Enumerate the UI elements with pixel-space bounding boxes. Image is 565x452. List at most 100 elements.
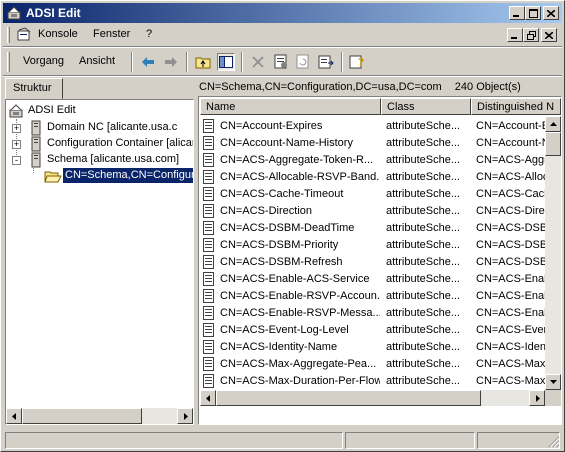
- cell-class: attributeSche...: [386, 239, 460, 251]
- menu-separator: [3, 46, 562, 48]
- tree-scroll-right[interactable]: [177, 408, 193, 424]
- list-item[interactable]: CN=Account-Expires attributeSche... CN=Acc…: [199, 118, 546, 135]
- minimize-icon: [513, 14, 519, 17]
- attribute-icon: [203, 357, 215, 371]
- list-scroll-down[interactable]: [545, 374, 561, 390]
- list-item[interactable]: CN=Account-Name-History attributeSche... C…: [199, 135, 546, 152]
- vorgang-menu[interactable]: Vorgang: [23, 55, 64, 67]
- tree-hscroll-thumb[interactable]: [22, 408, 142, 424]
- cell-class: attributeSche...: [386, 120, 460, 132]
- list-scroll-up[interactable]: [545, 116, 561, 132]
- forward-arrow-icon[interactable]: [162, 53, 180, 71]
- cell-class: attributeSche...: [386, 375, 460, 387]
- mdi-minimize-button[interactable]: [507, 28, 523, 42]
- up-folder-icon[interactable]: [194, 53, 212, 71]
- column-header-class[interactable]: Class: [381, 98, 471, 115]
- attribute-icon: [203, 272, 215, 286]
- list-item[interactable]: CN=ACS-Event-Log-Level attributeSche... CN…: [199, 322, 546, 339]
- attribute-icon: [203, 204, 215, 218]
- collapse-icon[interactable]: -: [12, 156, 21, 165]
- maximize-button[interactable]: [525, 6, 541, 20]
- list-item[interactable]: CN=ACS-Enable-ACS-Service attributeSche..…: [199, 271, 546, 288]
- menu-grip[interactable]: [7, 27, 10, 43]
- cell-class: attributeSche...: [386, 358, 460, 370]
- list-item[interactable]: CN=ACS-DSBM-Refresh attributeSche... CN=AC…: [199, 254, 546, 271]
- cell-name: CN=ACS-Enable-ACS-Service: [220, 273, 370, 285]
- list-item[interactable]: CN=ACS-Direction attributeSche... CN=ACS-D…: [199, 203, 546, 220]
- cell-name: CN=ACS-Direction: [220, 205, 312, 217]
- cell-dn: CN=ACS-Direc: [476, 205, 546, 217]
- title-bar[interactable]: ADSI Edit: [3, 3, 562, 23]
- toolbar-separator: [341, 52, 343, 72]
- cell-dn: CN=ACS-Max-: [476, 358, 546, 370]
- tab-struktur-label: Struktur: [13, 82, 52, 94]
- menu-konsole[interactable]: Konsole: [38, 28, 78, 40]
- list-vscroll-track[interactable]: [545, 132, 561, 374]
- tree-node-domain[interactable]: + Domain NC [alicante.usa.c: [8, 120, 193, 136]
- cell-class: attributeSche...: [386, 205, 460, 217]
- list-item[interactable]: CN=ACS-Allocable-RSVP-Band... attributeSc…: [199, 169, 546, 186]
- tree-root-label: ADSI Edit: [28, 104, 76, 116]
- attribute-icon: [203, 153, 215, 167]
- list-item[interactable]: CN=ACS-Aggregate-Token-R... attributeSche…: [199, 152, 546, 169]
- attribute-icon: [203, 374, 215, 388]
- menu-help[interactable]: ?: [146, 28, 152, 40]
- restore-icon: [526, 30, 536, 40]
- cell-name: CN=ACS-Event-Log-Level: [220, 324, 349, 336]
- toolbar-separator: [241, 52, 243, 72]
- list-item[interactable]: CN=ACS-Max-Aggregate-Pea... attributeSche…: [199, 356, 546, 373]
- toolbar-grip[interactable]: [7, 52, 10, 72]
- tree-node-schema-cn[interactable]: CN=Schema,CN=Configur: [44, 168, 193, 184]
- show-hide-tree-icon[interactable]: [217, 53, 235, 71]
- tree-node-configuration[interactable]: + Configuration Container [alicar: [8, 136, 193, 152]
- refresh-icon[interactable]: [294, 53, 312, 71]
- minimize-button[interactable]: [509, 6, 525, 20]
- mdi-close-button[interactable]: [541, 28, 557, 42]
- arrow-up-icon: [549, 121, 557, 126]
- cell-dn: CN=ACS-Aggr: [476, 154, 546, 166]
- list-item[interactable]: CN=ACS-Identity-Name attributeSche... CN=A…: [199, 339, 546, 356]
- tree-view[interactable]: ADSI Edit + Domain NC [alicante.usa.c + …: [5, 99, 194, 425]
- column-header-dn[interactable]: Distinguished N: [471, 98, 561, 115]
- mdi-restore-button[interactable]: [523, 28, 539, 42]
- server-icon: [30, 152, 42, 171]
- cell-dn: CN=ACS-Enab: [476, 290, 546, 302]
- resize-grip-icon[interactable]: [548, 436, 560, 448]
- cell-dn: CN=Account-E: [476, 120, 546, 132]
- list-item[interactable]: CN=ACS-DSBM-DeadTime attributeSche... CN=A…: [199, 220, 546, 237]
- list-item[interactable]: CN=ACS-DSBM-Priority attributeSche... CN=A…: [199, 237, 546, 254]
- list-scroll-right[interactable]: [529, 390, 545, 406]
- expand-icon[interactable]: +: [12, 124, 21, 133]
- cell-name: CN=Account-Expires: [220, 120, 323, 132]
- cell-dn: CN=ACS-DSBM: [476, 256, 546, 268]
- export-list-icon[interactable]: [317, 53, 335, 71]
- list-hscroll-thumb[interactable]: [216, 390, 481, 406]
- tab-struktur[interactable]: Struktur: [5, 78, 63, 99]
- cell-dn: CN=ACS-Cach: [476, 188, 546, 200]
- attribute-icon: [203, 221, 215, 235]
- expand-icon[interactable]: +: [12, 140, 21, 149]
- menu-fenster[interactable]: Fenster: [93, 28, 130, 40]
- arrow-left-icon: [11, 412, 16, 420]
- tree-node-schema[interactable]: - Schema [alicante.usa.com]: [8, 152, 193, 168]
- cell-name: CN=ACS-Aggregate-Token-R...: [220, 154, 374, 166]
- tree-scroll-left[interactable]: [6, 408, 22, 424]
- back-arrow-icon[interactable]: [139, 53, 157, 71]
- list-item[interactable]: CN=ACS-Enable-RSVP-Accoun... attributeSch…: [199, 288, 546, 305]
- help-icon[interactable]: ?: [348, 53, 366, 71]
- cell-class: attributeSche...: [386, 188, 460, 200]
- object-list[interactable]: Name Class Distinguished N CN=Account-Ex…: [198, 96, 562, 425]
- list-item[interactable]: CN=ACS-Cache-Timeout attributeSche... CN=A…: [199, 186, 546, 203]
- list-item[interactable]: CN=ACS-Max-Duration-Per-Flow attributeSch…: [199, 373, 546, 390]
- close-button[interactable]: [543, 6, 559, 20]
- properties-icon[interactable]: [272, 53, 290, 71]
- menu-bar: Konsole Fenster ?: [3, 24, 562, 46]
- minimize-icon: [511, 36, 517, 39]
- cell-class: attributeSche...: [386, 222, 460, 234]
- list-item[interactable]: CN=ACS-Enable-RSVP-Messa... attributeSche…: [199, 305, 546, 322]
- column-header-name[interactable]: Name: [200, 98, 381, 115]
- delete-icon[interactable]: [249, 53, 267, 71]
- list-scroll-left[interactable]: [200, 390, 216, 406]
- ansicht-menu[interactable]: Ansicht: [79, 55, 115, 67]
- list-vscroll-thumb[interactable]: [545, 132, 561, 156]
